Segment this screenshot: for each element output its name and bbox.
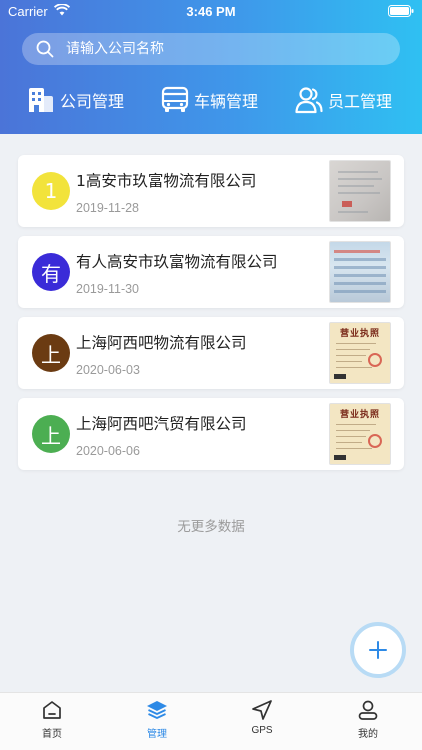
tab-label: 车辆管理 — [194, 92, 259, 111]
status-time: 3:46 PM — [186, 4, 236, 19]
license-thumbnail[interactable] — [329, 160, 391, 222]
company-avatar: 有 — [32, 253, 70, 291]
home-icon — [43, 701, 61, 719]
building-icon — [29, 88, 53, 112]
search-input[interactable] — [66, 33, 386, 65]
add-company-button[interactable] — [350, 622, 406, 678]
tabbar-item-home[interactable]: 首页 — [12, 699, 92, 740]
company-card[interactable]: 有 有人高安市玖富物流有限公司 2019-11-30 — [18, 236, 404, 308]
tabbar-label: 管理 — [147, 729, 167, 740]
tabbar-label: GPS — [251, 725, 273, 736]
license-thumbnail[interactable]: 营业执照 — [329, 403, 391, 465]
company-list: 1 1高安市玖富物流有限公司 2019-11-28 有 有人高安市玖富物流有限公… — [18, 155, 404, 479]
company-name: 1高安市玖富物流有限公司 — [76, 172, 257, 190]
users-icon — [295, 87, 323, 114]
status-bar: Carrier 3:46 PM — [0, 0, 422, 24]
company-name: 上海阿西吧汽贸有限公司 — [76, 415, 247, 433]
tabbar-item-mine[interactable]: 我的 — [328, 699, 408, 740]
license-thumbnail[interactable] — [329, 241, 391, 303]
tab-company-management[interactable]: 公司管理 — [26, 80, 124, 120]
plus-icon — [369, 641, 387, 659]
tab-label: 员工管理 — [328, 92, 393, 111]
tab-staff-management[interactable]: 员工管理 — [294, 80, 392, 120]
company-card[interactable]: 上 上海阿西吧汽贸有限公司 2020-06-06 营业执照 — [18, 398, 404, 470]
license-thumbnail[interactable]: 营业执照 — [329, 322, 391, 384]
company-date: 2019-11-30 — [76, 282, 140, 296]
tabbar-item-gps[interactable]: GPS — [222, 699, 302, 736]
header: Carrier 3:46 PM 请输入公司名称 公司管理 车辆管理 员工管理 — [0, 0, 422, 134]
tabbar-label: 我的 — [358, 729, 378, 740]
battery-icon — [388, 5, 414, 17]
search-icon — [36, 40, 54, 58]
company-avatar: 上 — [32, 415, 70, 453]
bottom-tab-bar: 首页 管理 GPS 我的 — [0, 692, 422, 750]
license-title: 营业执照 — [339, 329, 380, 339]
navigation-icon — [252, 700, 272, 720]
company-avatar: 1 — [32, 172, 70, 210]
company-avatar: 上 — [32, 334, 70, 372]
tabbar-label: 首页 — [42, 729, 62, 740]
tab-label: 公司管理 — [60, 92, 125, 111]
truck-icon — [161, 86, 189, 112]
company-date: 2019-11-28 — [76, 201, 140, 215]
company-card[interactable]: 上 上海阿西吧物流有限公司 2020-06-03 营业执照 — [18, 317, 404, 389]
category-tabs: 公司管理 车辆管理 员工管理 — [0, 80, 422, 120]
company-name: 有人高安市玖富物流有限公司 — [76, 253, 278, 271]
no-more-data-label: 无更多数据 — [177, 519, 245, 535]
user-icon — [358, 700, 378, 720]
company-name: 上海阿西吧物流有限公司 — [76, 334, 247, 352]
license-title: 营业执照 — [339, 410, 380, 420]
company-date: 2020-06-03 — [76, 363, 140, 377]
tabbar-item-manage[interactable]: 管理 — [117, 699, 197, 740]
tab-vehicle-management[interactable]: 车辆管理 — [160, 80, 258, 120]
layers-icon — [147, 701, 167, 719]
company-date: 2020-06-06 — [76, 444, 140, 458]
company-card[interactable]: 1 1高安市玖富物流有限公司 2019-11-28 — [18, 155, 404, 227]
search-bar[interactable] — [22, 33, 400, 65]
